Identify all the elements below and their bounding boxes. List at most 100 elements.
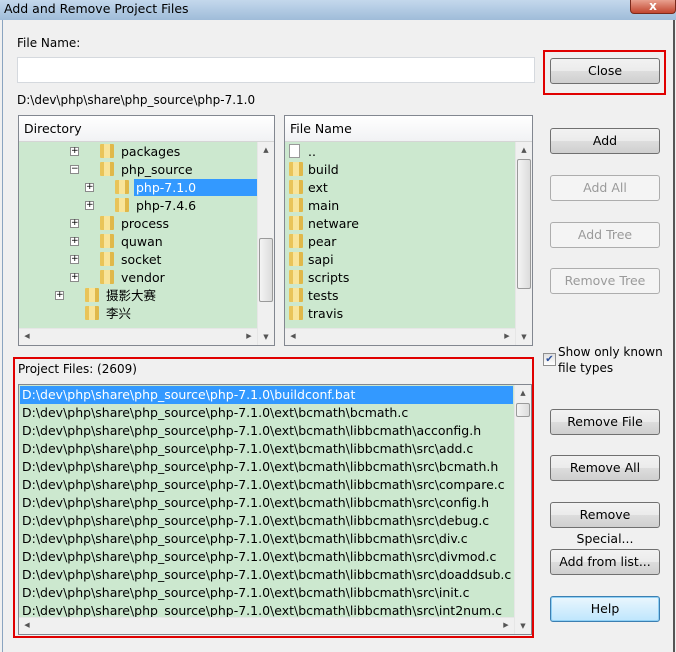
scroll-up-icon[interactable]: ▲ [515, 389, 531, 397]
project-file-item[interactable]: D:\dev\php\share\php_source\php-7.1.0\ex… [20, 512, 513, 530]
file-item[interactable]: .. [289, 143, 316, 161]
folder-icon [289, 288, 303, 302]
remove-tree-button[interactable]: Remove Tree [550, 268, 660, 294]
expand-icon[interactable]: + [70, 273, 79, 282]
expand-icon[interactable]: + [70, 237, 79, 246]
add-tree-button[interactable]: Add Tree [550, 222, 660, 248]
scroll-right-icon[interactable]: ▶ [499, 332, 515, 340]
file-item-label: tests [308, 288, 339, 303]
project-file-item[interactable]: D:\dev\php\share\php_source\php-7.1.0\ex… [20, 440, 513, 458]
file-vscrollbar[interactable]: ▲ ▼ [515, 142, 532, 345]
expand-icon[interactable]: + [85, 201, 94, 210]
project-file-item[interactable]: D:\dev\php\share\php_source\php-7.1.0\ex… [20, 476, 513, 494]
file-item[interactable]: main [289, 197, 339, 215]
scroll-left-icon[interactable]: ◀ [19, 621, 35, 629]
remove-all-button[interactable]: Remove All [550, 455, 660, 481]
project-file-item[interactable]: D:\dev\php\share\php_source\php-7.1.0\ex… [20, 494, 513, 512]
help-button[interactable]: Help [550, 596, 660, 622]
tree-item[interactable]: + process [70, 215, 171, 233]
scroll-thumb[interactable] [259, 238, 273, 302]
close-button[interactable]: Close [550, 58, 660, 84]
tree-item[interactable]: + socket [70, 251, 163, 269]
project-file-item[interactable]: D:\dev\php\share\php_source\php-7.1.0\ex… [20, 548, 513, 566]
expand-icon[interactable]: + [70, 255, 79, 264]
file-item[interactable]: pear [289, 233, 336, 251]
add-button[interactable]: Add [550, 128, 660, 154]
scroll-right-icon[interactable]: ▶ [498, 621, 514, 629]
project-file-item[interactable]: D:\dev\php\share\php_source\php-7.1.0\ex… [20, 566, 513, 584]
project-hscrollbar[interactable]: ◀ ▶ [19, 617, 514, 634]
file-item-label: build [308, 162, 339, 177]
expand-icon[interactable]: + [70, 219, 79, 228]
tree-item[interactable]: + php-7.4.6 [85, 197, 198, 215]
tree-item-label: 李兴 [106, 306, 132, 321]
project-file-item[interactable]: D:\dev\php\share\php_source\php-7.1.0\bu… [20, 386, 513, 404]
file-item[interactable]: sapi [289, 251, 334, 269]
show-known-checkbox[interactable]: ✔ [543, 353, 556, 366]
file-item-label: scripts [308, 270, 350, 285]
tree-item[interactable]: + 摄影大赛 [55, 287, 158, 305]
project-vscrollbar[interactable]: ▲ ▼ [514, 385, 531, 634]
add-all-button[interactable]: Add All [550, 175, 660, 201]
file-icon [289, 144, 300, 158]
expand-icon[interactable]: + [70, 147, 79, 156]
tree-item[interactable]: + vendor [70, 269, 167, 287]
folder-icon [100, 144, 114, 158]
file-item[interactable]: travis [289, 305, 343, 323]
file-item[interactable]: ext [289, 179, 328, 197]
project-files-list[interactable]: D:\dev\php\share\php_source\php-7.1.0\bu… [18, 384, 532, 635]
scroll-left-icon[interactable]: ◀ [285, 332, 301, 340]
directory-header[interactable]: Directory [19, 116, 274, 142]
scroll-up-icon[interactable]: ▲ [516, 146, 532, 154]
tree-item[interactable]: 李兴 [85, 305, 133, 323]
project-files-label: Project Files: (2609) [18, 362, 137, 376]
tree-item-label: php_source [121, 162, 193, 177]
folder-icon [100, 270, 114, 284]
tree-item[interactable]: − php_source [70, 161, 195, 179]
remove-special-button[interactable]: Remove Special... [550, 502, 660, 546]
expand-icon[interactable]: + [55, 291, 64, 300]
scroll-down-icon[interactable]: ▼ [516, 333, 532, 341]
project-file-item[interactable]: D:\dev\php\share\php_source\php-7.1.0\ex… [20, 458, 513, 476]
collapse-icon[interactable]: − [70, 165, 79, 174]
tree-item[interactable]: + php-7.1.0 [85, 179, 274, 197]
file-hscrollbar[interactable]: ◀ ▶ [285, 328, 515, 345]
tree-item[interactable]: + quwan [70, 233, 165, 251]
folder-icon [289, 198, 303, 212]
scroll-thumb[interactable] [516, 403, 530, 417]
project-file-item[interactable]: D:\dev\php\share\php_source\php-7.1.0\ex… [20, 584, 513, 602]
project-file-item[interactable]: D:\dev\php\share\php_source\php-7.1.0\ex… [20, 530, 513, 548]
window-close-button[interactable]: x [630, 0, 676, 14]
scroll-down-icon[interactable]: ▼ [515, 622, 531, 630]
file-item[interactable]: tests [289, 287, 339, 305]
file-item-label: ext [308, 180, 328, 195]
add-from-list-button[interactable]: Add from list... [550, 549, 660, 575]
show-known-label[interactable]: Show only known file types [558, 344, 663, 376]
tree-item-label: process [121, 216, 170, 231]
file-list[interactable]: File Name .. build ext main netware pear sapi s… [284, 115, 533, 346]
project-file-item[interactable]: D:\dev\php\share\php_source\php-7.1.0\ex… [20, 422, 513, 440]
folder-icon [100, 162, 114, 176]
file-item[interactable]: build [289, 161, 339, 179]
remove-file-button[interactable]: Remove File [550, 409, 660, 435]
tree-item-label: php-7.1.0 [134, 179, 274, 196]
file-item[interactable]: scripts [289, 269, 349, 287]
project-file-item[interactable]: D:\dev\php\share\php_source\php-7.1.0\ex… [20, 404, 513, 422]
folder-icon [289, 252, 303, 266]
directory-vscrollbar[interactable]: ▲ ▼ [257, 142, 274, 345]
directory-hscrollbar[interactable]: ◀ ▶ [19, 328, 257, 345]
file-name-header[interactable]: File Name [285, 116, 532, 142]
folder-icon [115, 180, 129, 194]
expand-icon[interactable]: + [85, 183, 94, 192]
scroll-right-icon[interactable]: ▶ [241, 332, 257, 340]
scroll-down-icon[interactable]: ▼ [258, 333, 274, 341]
folder-icon [289, 180, 303, 194]
directory-tree[interactable]: Directory + packages − php_source + php-7.1.0… [18, 115, 275, 346]
scroll-left-icon[interactable]: ◀ [19, 332, 35, 340]
scroll-thumb[interactable] [517, 159, 531, 289]
file-item[interactable]: netware [289, 215, 359, 233]
file-name-input[interactable] [17, 57, 535, 83]
tree-item[interactable]: + packages [70, 143, 182, 161]
scroll-up-icon[interactable]: ▲ [258, 146, 274, 154]
window-title: Add and Remove Project Files [4, 1, 189, 16]
